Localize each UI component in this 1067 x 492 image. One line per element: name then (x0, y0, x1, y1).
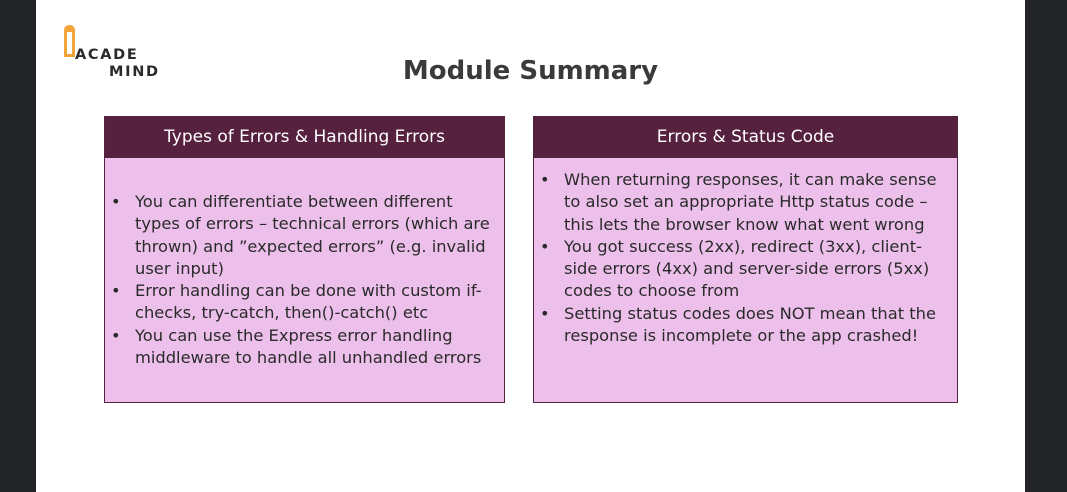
card-heading: Types of Errors & Handling Errors (105, 117, 504, 158)
list-item-text: Error handling can be done with custom i… (135, 281, 482, 323)
list-item-text: You can use the Express error handling m… (135, 325, 482, 368)
list-item-text: You got success (2xx), redirect (3xx), c… (564, 236, 930, 301)
logo-mark-icon (64, 25, 75, 57)
list-item: • You can differentiate between different… (111, 191, 496, 280)
list-item-text: When returning responses, it can make se… (564, 170, 937, 234)
list-item-text: You can differentiate between different … (135, 192, 490, 278)
list-item: • When returning responses, it can make s… (540, 169, 949, 236)
list-item: • You can use the Express error handling … (111, 325, 496, 370)
list-item: • Error handling can be done with custom … (111, 280, 496, 325)
bullet-icon: • (111, 192, 121, 211)
list-item-text: Setting status codes does NOT mean that … (564, 303, 936, 346)
card-status-codes: Errors & Status Code • When returning res… (533, 116, 958, 403)
bullet-list: • You can differentiate between different… (111, 191, 496, 369)
bullet-icon: • (540, 236, 550, 256)
bullet-list: • When returning responses, it can make s… (540, 169, 949, 347)
bullet-icon: • (540, 303, 550, 323)
list-item: • You got success (2xx), redirect (3xx), … (540, 236, 949, 303)
bullet-icon: • (540, 170, 550, 189)
card-heading: Errors & Status Code (534, 117, 957, 158)
bullet-icon: • (111, 281, 121, 301)
bullet-icon: • (111, 325, 121, 345)
list-item: • Setting status codes does NOT mean that… (540, 303, 949, 348)
card-error-types: Types of Errors & Handling Errors • You c… (104, 116, 505, 403)
slide-title: Module Summary (402, 56, 659, 86)
slide: ACADE MIND Module Summary Types of Error… (36, 0, 1025, 492)
